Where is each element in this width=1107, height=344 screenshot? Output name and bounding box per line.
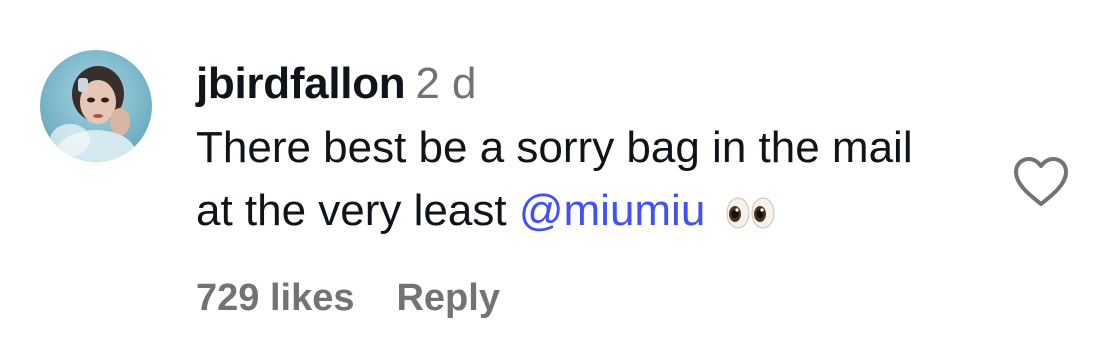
reply-button[interactable]: Reply [396,277,499,319]
comment-item: jbirdfallon 2 d There best be a sorry bag… [0,0,1107,344]
username-link[interactable]: jbirdfallon [196,59,406,108]
comment-body: jbirdfallon 2 d There best be a sorry bag… [196,56,996,246]
avatar[interactable] [40,50,152,162]
likes-count-button[interactable]: 729 likes [196,277,354,319]
mention-link[interactable]: @miumiu [519,186,705,235]
comment-actions: 729 likes Reply [196,274,500,322]
comment-header: jbirdfallon 2 d [196,56,996,112]
eyes-emoji-icon [726,183,776,246]
timestamp[interactable]: 2 d [415,59,476,108]
comment-text: There best be a sorry bag in the mail at… [196,116,956,246]
heart-icon[interactable] [1012,156,1070,208]
